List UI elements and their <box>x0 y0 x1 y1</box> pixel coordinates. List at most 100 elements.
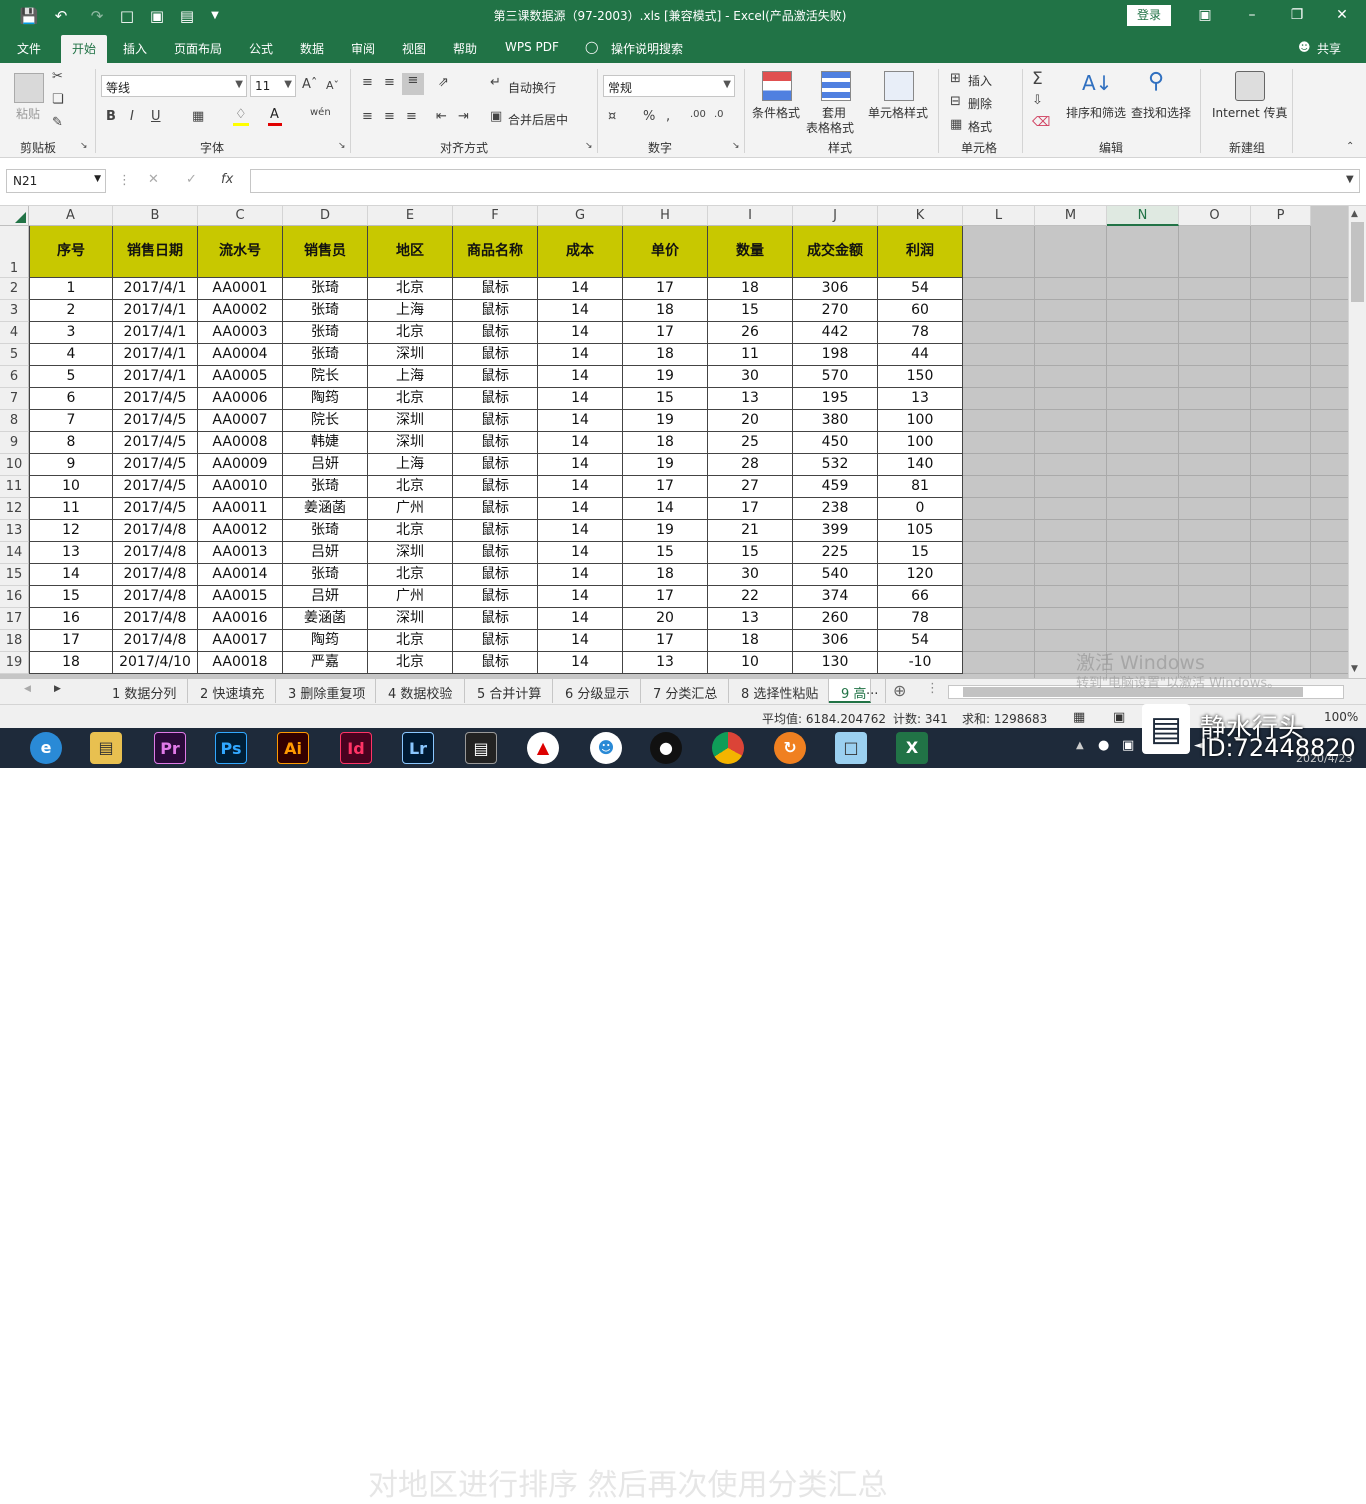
insert-function-button[interactable]: fx <box>221 172 233 187</box>
table-cell[interactable]: 张琦 <box>283 564 368 586</box>
table-cell[interactable]: 81 <box>878 476 963 498</box>
sheet-tab[interactable]: 8 选择性粘贴 <box>729 679 829 703</box>
table-cell[interactable]: AA0004 <box>198 344 283 366</box>
table-cell[interactable]: 北京 <box>368 322 453 344</box>
tab-home[interactable]: 开始 <box>61 35 108 63</box>
table-cell[interactable]: AA0009 <box>198 454 283 476</box>
table-header-cell[interactable]: 单价 <box>623 226 708 278</box>
align-left-icon[interactable]: ≡ <box>362 109 373 124</box>
new-file-icon[interactable]: □ <box>116 6 138 26</box>
tray-expand-icon[interactable]: ▲ <box>1076 740 1084 751</box>
scroll-thumb[interactable] <box>1351 222 1364 302</box>
table-cell[interactable]: AA0014 <box>198 564 283 586</box>
table-cell[interactable]: 14 <box>538 432 623 454</box>
column-header[interactable]: A <box>29 206 113 226</box>
format-painter-icon[interactable]: ✎ <box>52 115 63 130</box>
wps-icon[interactable]: ▲ <box>527 732 559 764</box>
number-launcher-icon[interactable]: ↘ <box>732 141 740 151</box>
table-cell[interactable]: 18 <box>623 564 708 586</box>
table-cell[interactable]: AA0013 <box>198 542 283 564</box>
delete-cells-button[interactable]: 删除 <box>968 95 992 112</box>
row-header[interactable]: 12 <box>0 498 29 520</box>
table-cell[interactable]: 306 <box>793 278 878 300</box>
table-cell[interactable]: 鼠标 <box>453 322 538 344</box>
table-cell[interactable]: 严嘉 <box>283 652 368 674</box>
normal-view-icon[interactable]: ▦ <box>1073 710 1085 725</box>
font-name-combo[interactable]: 等线 ▼ <box>101 75 247 97</box>
table-cell[interactable]: 鼠标 <box>453 366 538 388</box>
table-cell[interactable]: 225 <box>793 542 878 564</box>
table-cell[interactable]: 19 <box>623 410 708 432</box>
table-cell[interactable]: AA0018 <box>198 652 283 674</box>
table-header-cell[interactable]: 流水号 <box>198 226 283 278</box>
orientation-icon[interactable]: ⇗ <box>438 75 449 90</box>
font-color-icon[interactable]: A <box>270 107 279 122</box>
table-cell[interactable]: 鼠标 <box>453 454 538 476</box>
border-icon[interactable]: ▦ <box>192 109 204 124</box>
table-cell[interactable]: 16 <box>29 608 113 630</box>
table-cell[interactable]: AA0015 <box>198 586 283 608</box>
table-cell[interactable]: 鼠标 <box>453 630 538 652</box>
table-cell[interactable]: 2017/4/8 <box>113 564 198 586</box>
format-as-table-button[interactable]: 表格格式 <box>806 119 854 136</box>
table-cell[interactable]: 北京 <box>368 520 453 542</box>
table-cell[interactable]: AA0007 <box>198 410 283 432</box>
table-cell[interactable]: 鼠标 <box>453 498 538 520</box>
table-header-cell[interactable]: 成本 <box>538 226 623 278</box>
table-cell[interactable]: 450 <box>793 432 878 454</box>
table-cell[interactable]: 13 <box>623 652 708 674</box>
table-cell[interactable]: 2017/4/8 <box>113 542 198 564</box>
fill-color-icon[interactable]: ♢ <box>235 107 247 122</box>
table-cell[interactable]: 2017/4/8 <box>113 520 198 542</box>
table-cell[interactable]: 17 <box>708 498 793 520</box>
column-header[interactable]: M <box>1035 206 1107 226</box>
table-cell[interactable]: 100 <box>878 432 963 454</box>
table-cell[interactable]: 张琦 <box>283 300 368 322</box>
table-cell[interactable]: 14 <box>538 586 623 608</box>
table-cell[interactable]: 2017/4/5 <box>113 476 198 498</box>
indesign-icon[interactable]: Id <box>340 732 372 764</box>
table-cell[interactable]: 鼠标 <box>453 564 538 586</box>
table-cell[interactable]: 5 <box>29 366 113 388</box>
table-cell[interactable]: 60 <box>878 300 963 322</box>
table-header-cell[interactable]: 利润 <box>878 226 963 278</box>
table-cell[interactable]: 13 <box>708 388 793 410</box>
column-header[interactable]: L <box>963 206 1035 226</box>
insert-cells-button[interactable]: 插入 <box>968 72 992 89</box>
increase-indent-icon[interactable]: ⇥ <box>458 109 469 124</box>
grow-font-icon[interactable]: Aˆ <box>302 77 317 92</box>
table-cell[interactable]: 14 <box>538 564 623 586</box>
table-cell[interactable]: 深圳 <box>368 608 453 630</box>
next-sheet-icon[interactable]: ▶ <box>54 684 61 694</box>
number-format-combo[interactable]: 常规 ▼ <box>603 75 735 97</box>
row-header[interactable]: 1 <box>0 226 29 278</box>
row-header[interactable]: 14 <box>0 542 29 564</box>
table-cell[interactable]: 张琦 <box>283 278 368 300</box>
column-header[interactable]: J <box>793 206 878 226</box>
table-cell[interactable]: 吕妍 <box>283 454 368 476</box>
table-cell[interactable]: 306 <box>793 630 878 652</box>
collapse-ribbon-icon[interactable]: ⌃ <box>1346 141 1354 152</box>
autosum-icon[interactable]: Σ <box>1032 69 1043 89</box>
align-middle-icon[interactable]: ≡ <box>384 75 395 90</box>
table-cell[interactable]: 2017/4/1 <box>113 322 198 344</box>
wrap-text-button[interactable]: 自动换行 <box>508 79 556 96</box>
customize-qat-icon[interactable]: ▼ <box>204 6 226 26</box>
table-cell[interactable]: AA0006 <box>198 388 283 410</box>
table-cell[interactable]: AA0010 <box>198 476 283 498</box>
row-header[interactable]: 15 <box>0 564 29 586</box>
table-cell[interactable]: 14 <box>538 388 623 410</box>
table-cell[interactable]: 15 <box>623 388 708 410</box>
table-cell[interactable]: AA0002 <box>198 300 283 322</box>
table-cell[interactable]: 张琦 <box>283 322 368 344</box>
print-preview-icon[interactable]: ▣ <box>146 6 168 26</box>
tab-review[interactable]: 审阅 <box>351 40 375 57</box>
row-header[interactable]: 13 <box>0 520 29 542</box>
row-header[interactable]: 2 <box>0 278 29 300</box>
table-cell[interactable]: 459 <box>793 476 878 498</box>
table-cell[interactable]: 张琦 <box>283 476 368 498</box>
table-cell[interactable]: 399 <box>793 520 878 542</box>
table-cell[interactable]: 广州 <box>368 586 453 608</box>
downloader-icon[interactable]: ↻ <box>774 732 806 764</box>
alignment-launcher-icon[interactable]: ↘ <box>585 141 593 151</box>
